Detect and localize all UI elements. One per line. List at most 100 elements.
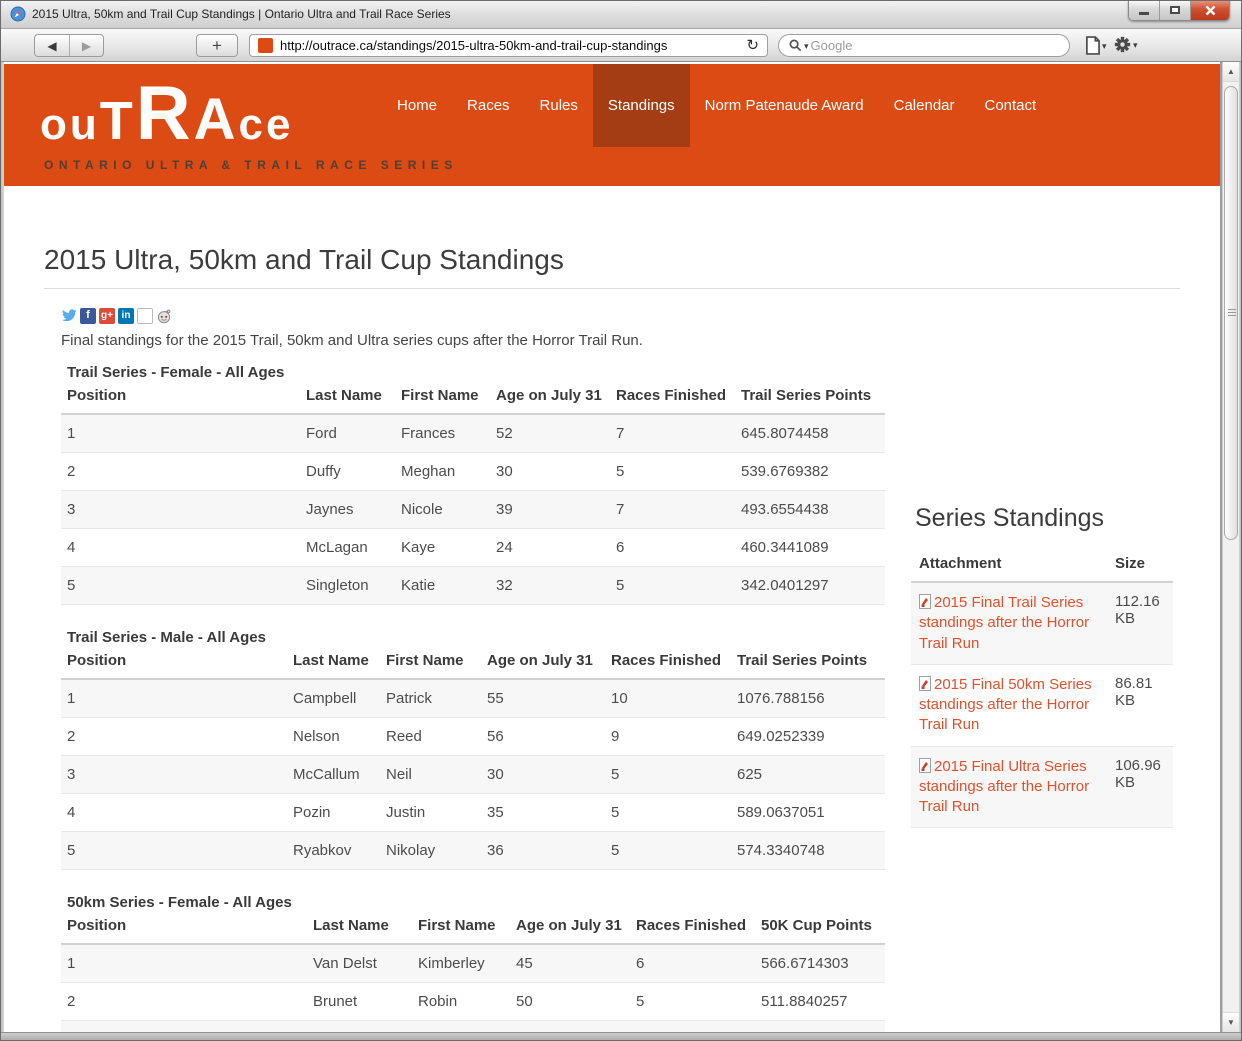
table-row: 3McCallumNeil305625 [61,756,885,794]
cell: 9 [611,718,737,756]
cell: 1 [61,679,293,718]
url-text[interactable]: http://outrace.ca/standings/2015-ultra-5… [280,38,740,53]
address-bar[interactable]: http://outrace.ca/standings/2015-ultra-5… [249,34,768,57]
attachment-row: 2015 Final Trail Series standings after … [911,582,1173,664]
column-header: Races Finished [636,913,761,944]
logo-text: ou [40,100,100,149]
table-row: 4McLaganKaye246460.3441089 [61,529,885,567]
logo-text: ce [239,100,294,149]
browser-toolbar: ◀ ▶ + http://outrace.ca/standings/2015-u… [0,29,1242,62]
cell: 4 [61,529,306,567]
table-caption: 50km Series - Female - All Ages [67,894,885,911]
maximize-button[interactable] [1160,0,1191,20]
minimize-button[interactable] [1129,0,1160,20]
cell: 5 [611,794,737,832]
sidebar: Series Standings Attachment Size 2015 Fi… [911,504,1173,828]
table-row: 2NelsonReed569649.0252339 [61,718,885,756]
table-caption: Trail Series - Female - All Ages [67,364,885,381]
nav-item-races[interactable]: Races [452,64,525,147]
column-header: 50K Cup Points [761,913,885,944]
reload-icon[interactable]: ↻ [746,38,759,53]
cell: 539.6769382 [741,453,885,491]
cell: 625 [737,756,885,794]
back-button[interactable]: ◀ [35,35,69,56]
cell: 5 [636,1021,761,1033]
cell: 45 [516,944,636,983]
attachment-link[interactable]: 2015 Final Trail Series standings after … [919,594,1089,652]
export-button[interactable]: ▾ [1085,36,1107,55]
table-row: 4PozinJustin355589.0637051 [61,794,885,832]
window-frame-bottom [0,1032,1242,1041]
scrollbar-thumb[interactable] [1224,86,1238,540]
column-header: Trail Series Points [737,648,885,679]
cell: 4 [61,794,293,832]
column-header: First Name [418,913,516,944]
search-input[interactable] [809,37,1059,54]
cell: Singleton [306,567,401,605]
column-header: Position [61,648,293,679]
facebook-icon[interactable]: f [80,308,96,324]
cell: 50 [516,983,636,1021]
column-header: Attachment [911,551,1115,582]
linkedin-icon[interactable]: in [118,308,134,324]
search-box[interactable]: ▾ [778,34,1070,57]
cell: 2015 Final Trail Series standings after … [911,582,1115,664]
vertical-scrollbar[interactable]: ▲ ▼ [1222,62,1239,1032]
cell: 1076.788156 [737,679,885,718]
cell: 5 [61,832,293,870]
forward-arrow-icon: ▶ [82,39,91,53]
back-arrow-icon: ◀ [47,39,56,53]
scroll-up-icon: ▲ [1227,67,1235,76]
cell: 5 [611,756,737,794]
nav-item-rules[interactable]: Rules [525,64,593,147]
column-header: Age on July 31 [496,383,616,414]
cell: Kaye [401,529,496,567]
cell: Meghan [401,453,496,491]
cell: 574.3340748 [737,832,885,870]
cell: 7 [616,414,741,453]
social-share-row: f g+ in [61,307,885,324]
table-header-row: Position Last Name First Name Age on Jul… [61,383,885,414]
reddit-icon[interactable] [156,308,172,324]
nav-item-contact[interactable]: Contact [970,64,1052,147]
cell: 52 [516,1021,636,1033]
cell: 32 [496,567,616,605]
nav-item-calendar[interactable]: Calendar [879,64,970,147]
new-tab-button[interactable]: + [196,34,238,57]
forward-button[interactable]: ▶ [69,35,103,56]
cell: 56 [487,718,611,756]
cell: 2 [61,718,293,756]
cell: 342.0401297 [741,567,885,605]
cell: Patrick [386,679,487,718]
attachment-size: 106.96 KB [1115,746,1173,828]
cell: 30 [496,453,616,491]
column-header: Position [61,383,306,414]
settings-button[interactable]: ▾ [1114,36,1138,53]
close-button[interactable] [1191,0,1229,20]
cell: Neil [386,756,487,794]
googleplus-icon[interactable]: g+ [99,308,115,324]
table-caption: Trail Series - Male - All Ages [67,629,885,646]
attachment-link[interactable]: 2015 Final 50km Series standings after t… [919,676,1092,734]
table-row: 3ShnallAdi525403.2104803 [61,1021,885,1033]
window-titlebar[interactable]: 2015 Ultra, 50km and Trail Cup Standings… [0,0,1242,29]
scroll-down-button[interactable]: ▼ [1223,1012,1239,1032]
title-divider [44,288,1180,289]
delicious-icon[interactable] [137,308,153,324]
cell: McLagan [306,529,401,567]
cell: Van Delst [313,944,418,983]
history-buttons: ◀ ▶ [34,34,104,57]
window-controls [1128,0,1230,21]
table-row: 5RyabkovNikolay365574.3340748 [61,832,885,870]
attachment-link[interactable]: 2015 Final Ultra Series standings after … [919,758,1089,816]
nav-item-standings[interactable]: Standings [593,64,690,147]
nav-item-home[interactable]: Home [382,64,452,147]
table-header-row: Position Last Name First Name Age on Jul… [61,913,885,944]
site-logo[interactable]: ouTRAce [40,76,294,152]
nav-item-norm-patenaude-award[interactable]: Norm Patenaude Award [690,64,879,147]
column-header: Races Finished [611,648,737,679]
twitter-icon[interactable] [61,308,77,324]
scroll-up-button[interactable]: ▲ [1223,62,1239,82]
attachment-row: 2015 Final Ultra Series standings after … [911,746,1173,828]
column-header: First Name [401,383,496,414]
